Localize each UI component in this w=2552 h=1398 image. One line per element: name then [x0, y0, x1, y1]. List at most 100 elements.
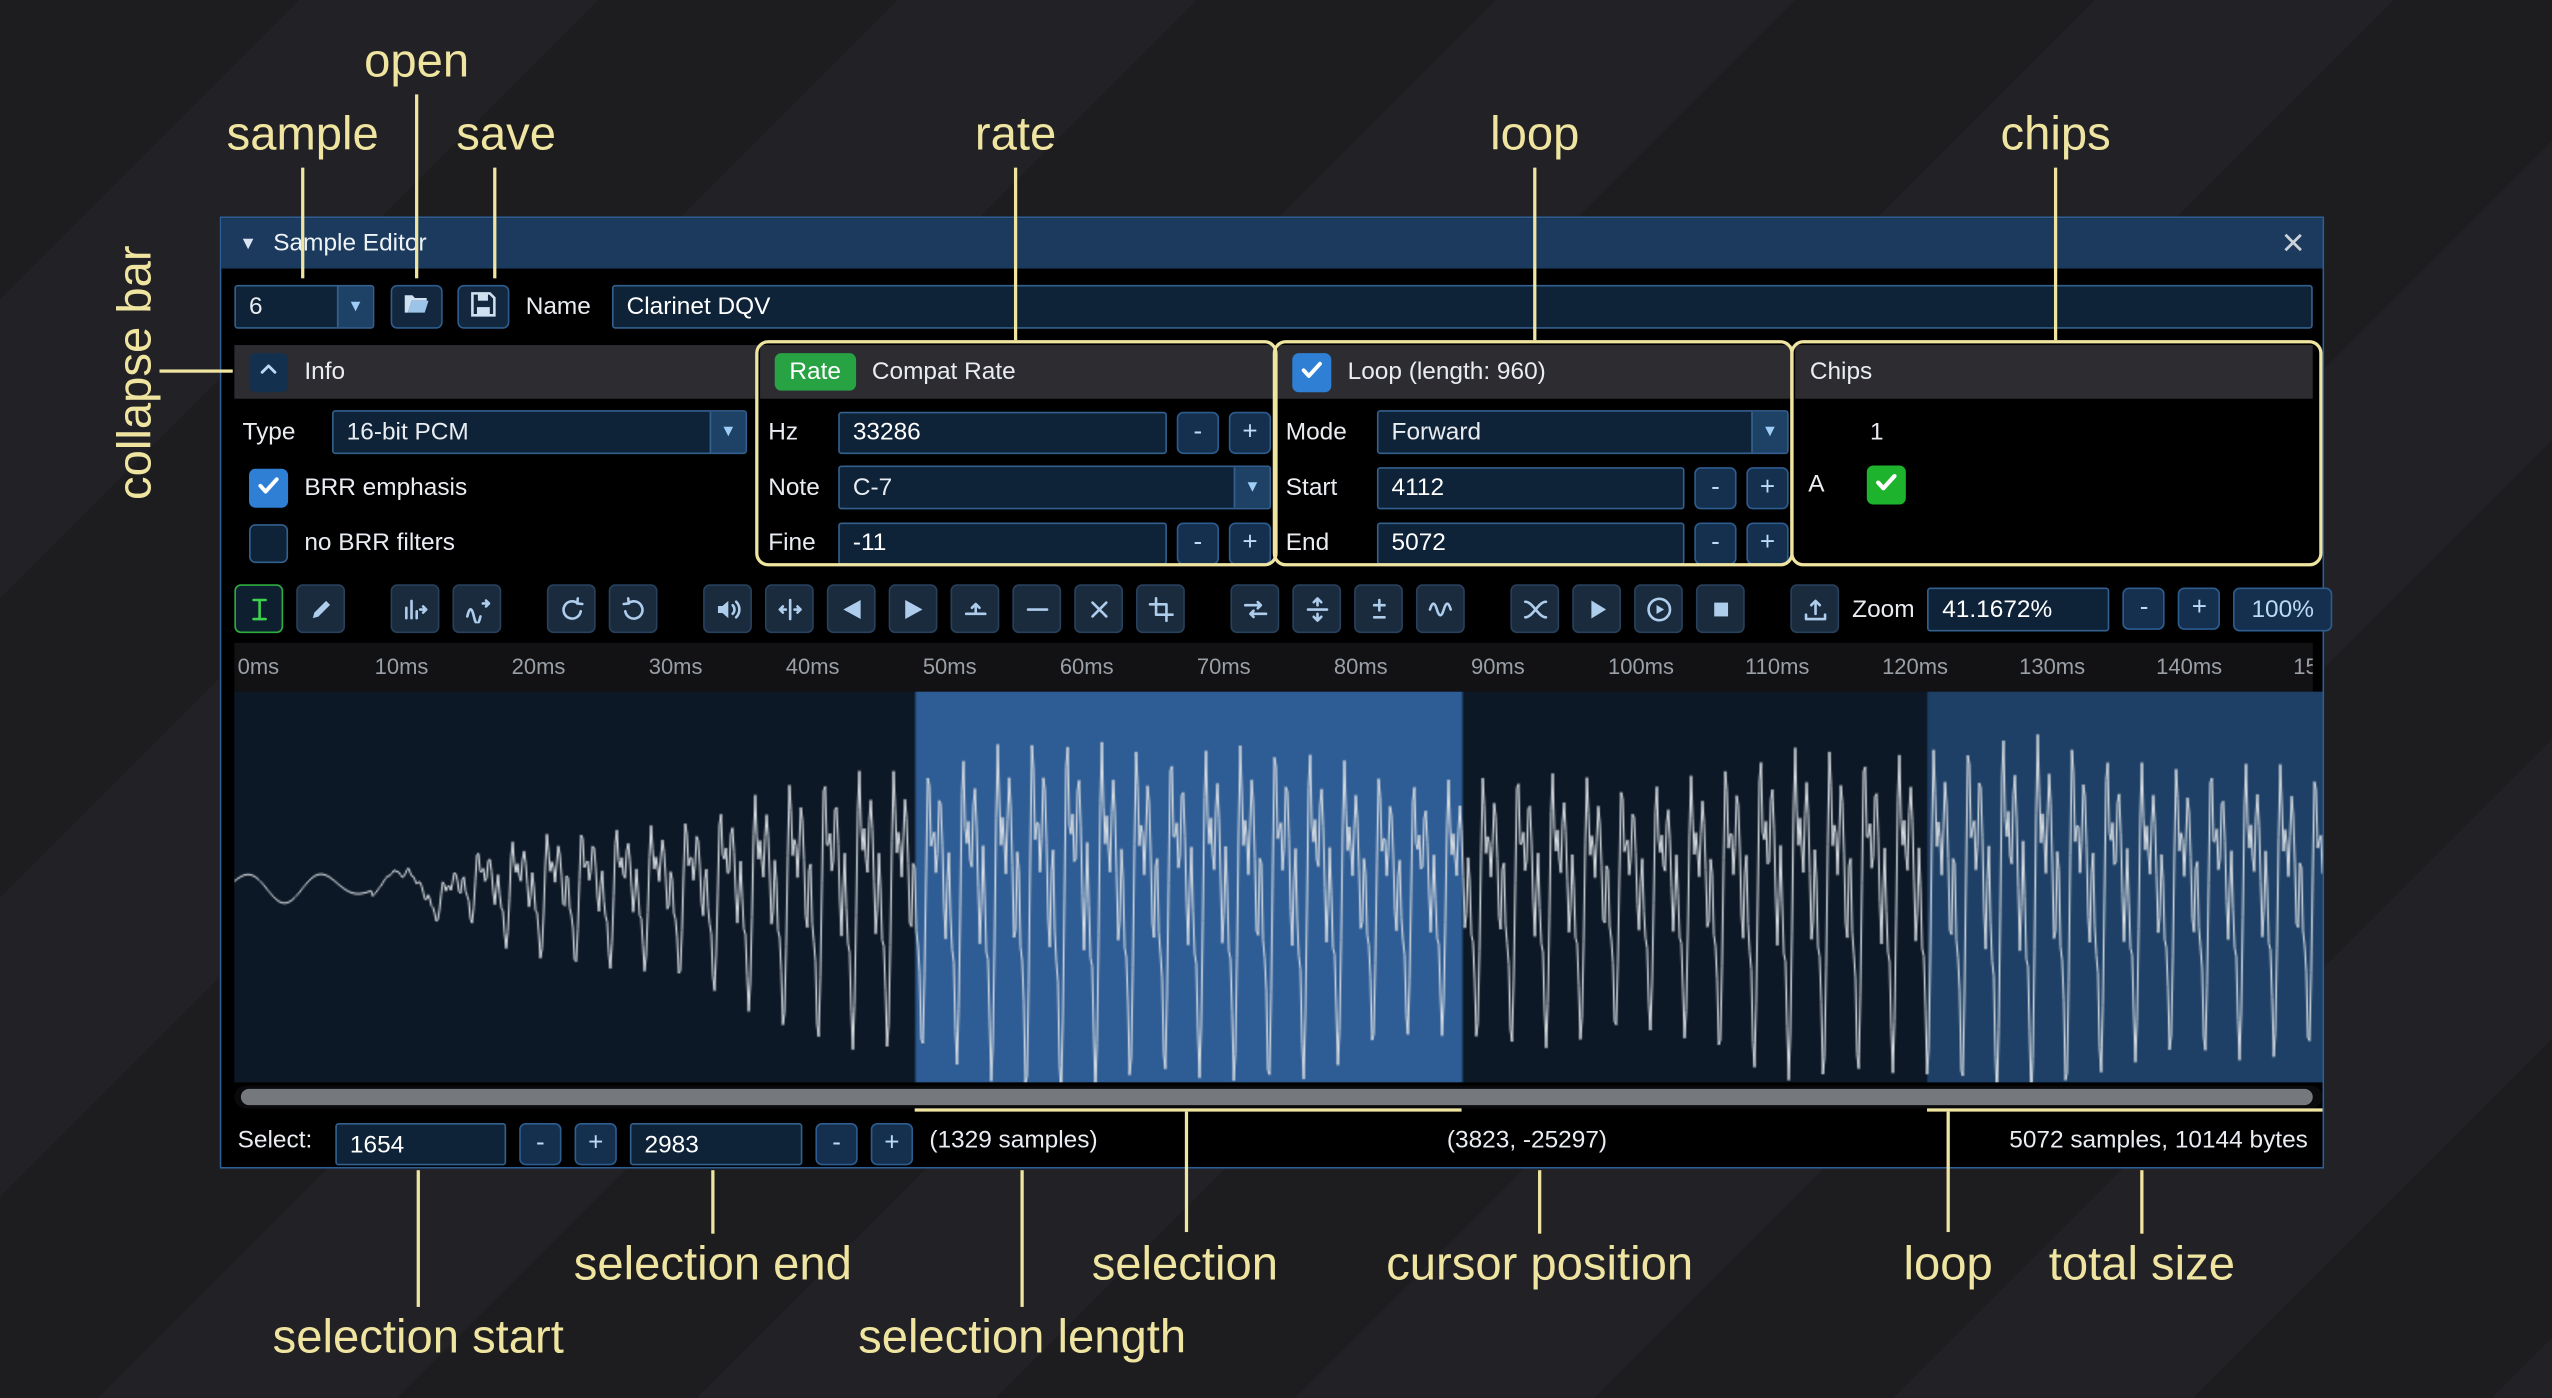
info-header[interactable]: Info [234, 345, 758, 399]
save-sample-button[interactable] [457, 285, 509, 329]
name-label: Name [526, 285, 591, 329]
apply-silence-button[interactable] [1012, 584, 1061, 633]
annotation-cursor-position-line [1538, 1170, 1541, 1233]
loop-mode-row: Mode Forward ▼ [1278, 410, 1792, 454]
sign-invert-button[interactable] [1354, 584, 1403, 633]
waveform-canvas[interactable] [234, 692, 2322, 1083]
selection-end-increase-button[interactable]: + [871, 1123, 913, 1165]
reverse-button[interactable] [1230, 584, 1279, 633]
trim-button[interactable] [1136, 584, 1185, 633]
apply-silence-icon [1023, 595, 1051, 623]
note-row: Note C-7 ▼ [760, 465, 1274, 509]
no-brr-filters-checkbox[interactable] [249, 523, 288, 562]
loop-start-input[interactable] [1377, 466, 1685, 508]
brr-emphasis-checkbox[interactable] [249, 468, 288, 507]
chip-enabled-checkbox[interactable] [1867, 465, 1906, 504]
timeline-tick: 30ms [649, 654, 703, 678]
timeline-tick: 80ms [1334, 654, 1388, 678]
amplify-button[interactable] [703, 584, 752, 633]
loop-enable-checkbox[interactable] [1292, 352, 1331, 391]
filter-button[interactable] [1416, 584, 1465, 633]
delete-button[interactable] [1074, 584, 1123, 633]
fine-input[interactable] [838, 522, 1167, 564]
preview-from-position-button[interactable] [1634, 584, 1683, 633]
chevron-down-icon[interactable]: ▼ [337, 286, 373, 327]
trim-icon [1147, 595, 1175, 623]
loop-end-increase-button[interactable]: + [1746, 522, 1788, 564]
invert-button[interactable] [1292, 584, 1341, 633]
loop-end-decrease-button[interactable]: - [1694, 522, 1736, 564]
crossfade-loop-points-button[interactable] [1510, 584, 1559, 633]
select-mode-button[interactable] [234, 584, 283, 633]
loop-start-decrease-button[interactable]: - [1694, 466, 1736, 508]
zoom-reset-button[interactable]: 100% [2234, 587, 2332, 631]
chips-header: Chips [1795, 345, 2313, 399]
normalize-icon [776, 595, 804, 623]
normalize-button[interactable] [765, 584, 814, 633]
zoom-input[interactable] [1928, 587, 2110, 631]
collapse-window-icon[interactable]: ▼ [239, 234, 257, 254]
open-sample-button[interactable] [391, 285, 443, 329]
selection-start-input[interactable] [335, 1123, 506, 1165]
loop-end-label: End [1286, 529, 1367, 557]
cursor-position-text: (3823, -25297) [1447, 1115, 1607, 1167]
chevron-down-icon[interactable]: ▼ [1751, 412, 1787, 453]
loop-start-increase-button[interactable]: + [1746, 466, 1788, 508]
hz-row: Hz - + [760, 410, 1274, 454]
fine-increase-button[interactable]: + [1229, 522, 1271, 564]
check-icon [1873, 468, 1899, 501]
note-dropdown[interactable]: C-7 ▼ [838, 465, 1271, 509]
resize-button[interactable] [391, 584, 440, 633]
titlebar[interactable]: ▼ Sample Editor × [221, 218, 2322, 268]
brr-emphasis-label: BRR emphasis [304, 474, 467, 502]
selection-start-decrease-button[interactable]: - [519, 1123, 561, 1165]
undo-button[interactable] [547, 584, 596, 633]
zoom-controls: Zoom - + 100% [1852, 587, 2332, 631]
selection-end-decrease-button[interactable]: - [815, 1123, 857, 1165]
toolbar-buttons [234, 584, 1839, 633]
stop-preview-button[interactable] [1696, 584, 1745, 633]
close-icon[interactable]: × [2282, 224, 2305, 263]
loop-end-input[interactable] [1377, 522, 1685, 564]
insert-silence-button[interactable] [950, 584, 999, 633]
sample-selector[interactable]: 6 ▼ [234, 285, 374, 329]
chip-a-row: A [1795, 462, 2313, 506]
chevron-down-icon[interactable]: ▼ [1234, 467, 1270, 508]
info-header-label: Info [304, 358, 345, 386]
select-label: Select: [238, 1115, 313, 1167]
check-icon [256, 471, 282, 504]
pencil-icon [307, 595, 335, 623]
upload-to-chip-button[interactable] [1790, 584, 1839, 633]
fade-in-button[interactable] [827, 584, 876, 633]
waveform-scrollbar[interactable] [234, 1086, 2322, 1109]
draw-mode-button[interactable] [296, 584, 345, 633]
loop-mode-dropdown[interactable]: Forward ▼ [1377, 410, 1789, 454]
hz-input[interactable] [838, 411, 1167, 453]
fine-decrease-button[interactable]: - [1177, 522, 1219, 564]
resample-button[interactable] [452, 584, 501, 633]
chevron-down-icon[interactable]: ▼ [710, 412, 746, 453]
screenshot-stage: ▼ Sample Editor × 6 ▼ Name Info Typ [0, 0, 2552, 1398]
zoom-in-button[interactable]: + [2178, 588, 2220, 630]
hz-increase-button[interactable]: + [1229, 411, 1271, 453]
preview-sample-button[interactable] [1572, 584, 1621, 633]
sample-name-input[interactable] [612, 285, 2313, 329]
type-value: 16-bit PCM [334, 412, 710, 453]
waveform-view[interactable] [234, 692, 2322, 1083]
info-section: Info Type 16-bit PCM ▼ BRR emphasis no B… [234, 345, 758, 565]
rate-badge[interactable]: Rate [775, 353, 856, 390]
fade-out-button[interactable] [889, 584, 938, 633]
hz-decrease-button[interactable]: - [1177, 411, 1219, 453]
selection-start-increase-button[interactable]: + [575, 1123, 617, 1165]
rate-header: Rate Compat Rate [760, 345, 1274, 399]
zoom-out-button[interactable]: - [2123, 588, 2165, 630]
annotation-selection-length-line [1020, 1170, 1023, 1307]
type-dropdown[interactable]: 16-bit PCM ▼ [332, 410, 747, 454]
redo-icon [619, 595, 647, 623]
selection-length-text: (1329 samples) [929, 1115, 1097, 1167]
collapse-section-button[interactable] [249, 352, 288, 391]
selection-end-input[interactable] [630, 1123, 803, 1165]
scrollbar-thumb[interactable] [241, 1089, 2313, 1105]
redo-button[interactable] [609, 584, 658, 633]
chips-section: Chips 1 A [1795, 345, 2313, 565]
